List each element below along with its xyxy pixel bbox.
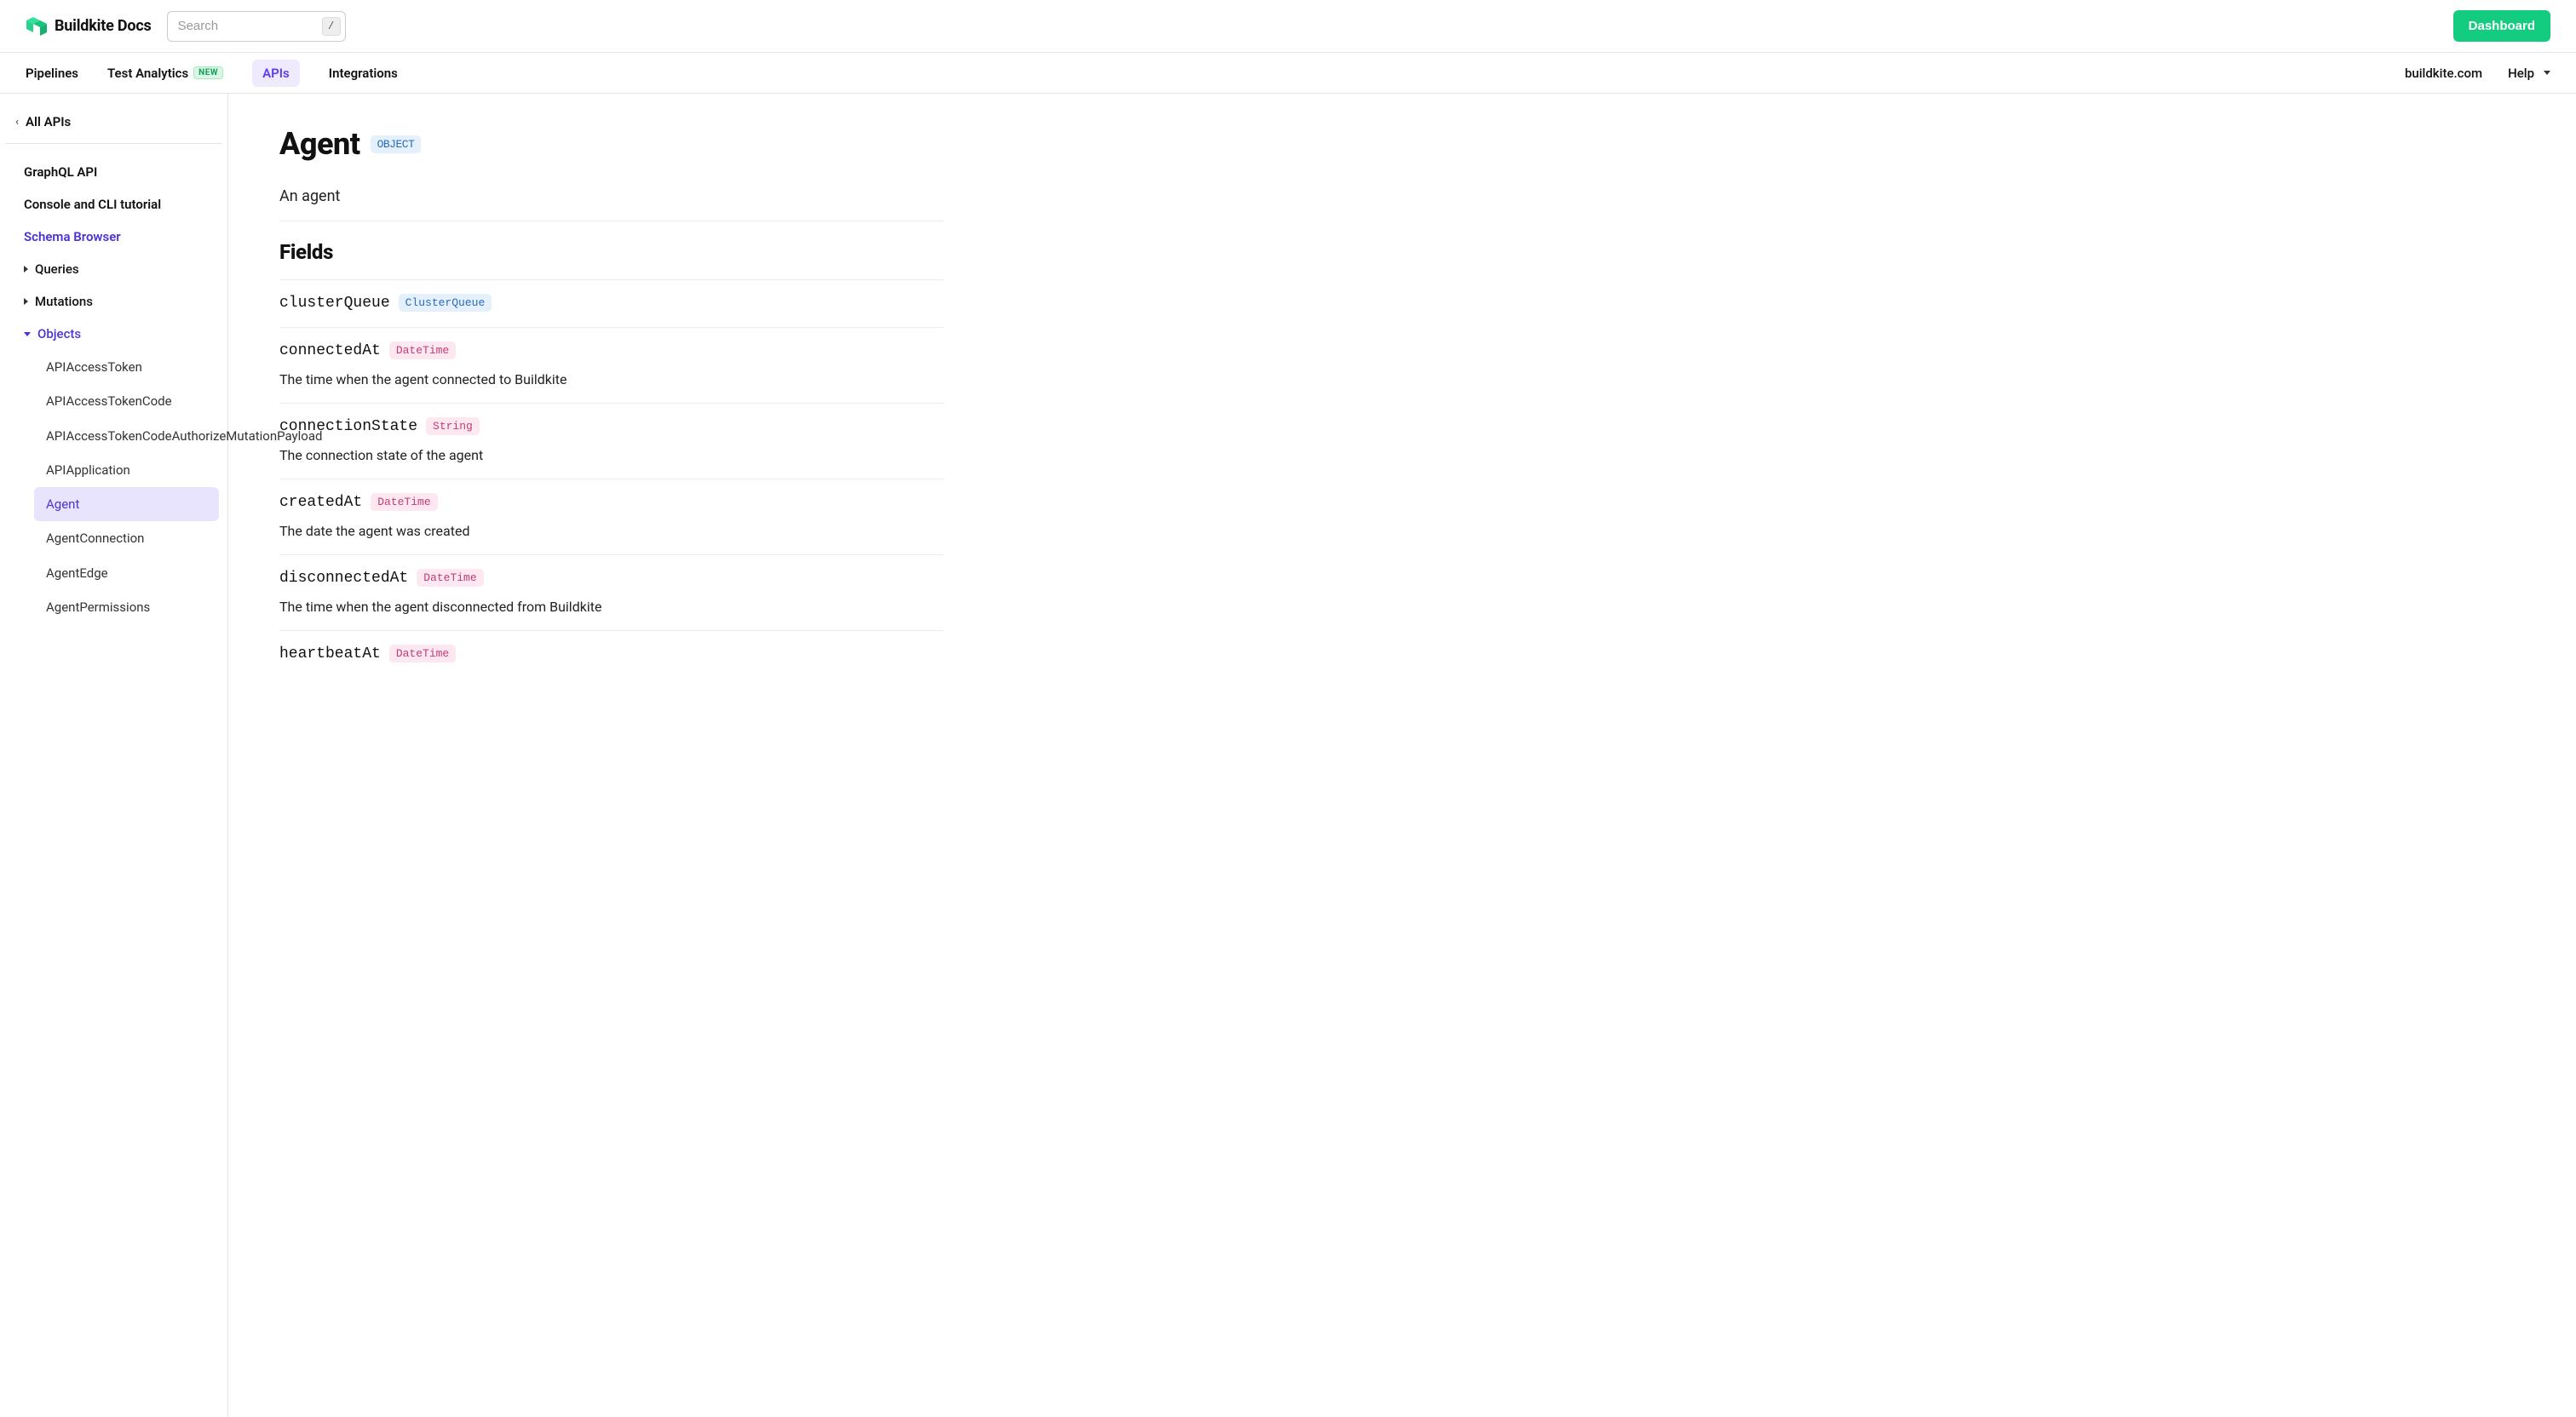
fields-heading: Fields — [279, 240, 944, 264]
sidebar-object-item[interactable]: APIApplication — [34, 453, 219, 487]
field-name-row: disconnectedAt DateTime — [279, 569, 484, 587]
sidebar-link-graphql[interactable]: GraphQL API — [9, 156, 219, 188]
sidebar-object-item[interactable]: APIAccessTokenCode — [34, 384, 219, 418]
fields-list: clusterQueue ClusterQueue connectedAt DateT… — [279, 279, 944, 678]
chevron-right-icon — [24, 266, 28, 272]
brand[interactable]: Buildkite Docs — [26, 17, 152, 36]
page-title: Agent — [279, 126, 360, 162]
field-name: heartbeatAt — [279, 645, 381, 663]
field-description: The date the agent was created — [279, 523, 944, 539]
tab-integrations[interactable]: Integrations — [329, 60, 398, 86]
field-row: disconnectedAt DateTime The time when the … — [279, 554, 944, 630]
sidebar-group-objects-label: Objects — [37, 326, 81, 341]
field-name: createdAt — [279, 494, 362, 511]
link-buildkite-com[interactable]: buildkite.com — [2405, 60, 2482, 86]
field-type-badge[interactable]: DateTime — [389, 645, 456, 663]
sidebar-object-item[interactable]: AgentEdge — [34, 556, 219, 590]
tab-pipelines[interactable]: Pipelines — [26, 60, 78, 86]
field-description: The time when the agent disconnected fro… — [279, 599, 944, 615]
tab-apis[interactable]: APIs — [252, 60, 300, 87]
field-row: clusterQueue ClusterQueue — [279, 279, 944, 327]
main-content: Agent OBJECT An agent Fields clusterQueu… — [228, 94, 995, 1417]
field-type-badge[interactable]: String — [426, 417, 480, 435]
new-badge: NEW — [193, 66, 223, 79]
field-row: heartbeatAt DateTime — [279, 630, 944, 678]
page-title-row: Agent OBJECT — [279, 126, 421, 162]
sidebar-objects-list: APIAccessTokenAPIAccessTokenCodeAPIAcces… — [9, 350, 219, 624]
field-name: disconnectedAt — [279, 570, 408, 587]
field-name-row: connectionState String — [279, 417, 480, 435]
field-type-badge[interactable]: DateTime — [417, 569, 483, 587]
field-name: connectionState — [279, 418, 417, 435]
field-row: connectedAt DateTime The time when the age… — [279, 327, 944, 403]
sidebar-group-mutations-label: Mutations — [35, 294, 93, 309]
tabbar: Pipelines Test Analytics NEW APIs Integr… — [0, 53, 2576, 94]
field-description: The connection state of the agent — [279, 447, 944, 463]
sidebar-object-item[interactable]: AgentPermissions — [34, 590, 219, 624]
field-name: clusterQueue — [279, 295, 390, 312]
field-name-row: connectedAt DateTime — [279, 341, 456, 359]
field-type-badge[interactable]: DateTime — [389, 341, 456, 359]
sidebar-group-queries-label: Queries — [35, 261, 79, 277]
brand-text: Buildkite Docs — [55, 17, 152, 35]
chevron-left-icon: ‹ — [15, 116, 19, 129]
search-input[interactable] — [167, 11, 346, 42]
sidebar-back[interactable]: ‹ All APIs — [5, 107, 222, 144]
sidebar-link-console[interactable]: Console and CLI tutorial — [9, 188, 219, 221]
dashboard-button[interactable]: Dashboard — [2453, 10, 2550, 42]
chevron-down-icon — [24, 332, 31, 336]
sidebar-object-item[interactable]: AgentConnection — [34, 521, 219, 555]
field-name: connectedAt — [279, 342, 381, 359]
sidebar-back-label: All APIs — [26, 114, 71, 129]
logo-icon — [26, 17, 48, 36]
search-shortcut-key: / — [322, 17, 341, 36]
field-row: connectionState String The connection stat… — [279, 403, 944, 479]
field-name-row: createdAt DateTime — [279, 493, 438, 511]
sidebar-group-queries[interactable]: Queries — [9, 253, 219, 285]
sidebar-group-mutations[interactable]: Mutations — [9, 285, 219, 318]
sidebar-object-item[interactable]: Agent — [34, 487, 219, 521]
help-menu[interactable]: Help — [2508, 60, 2550, 86]
object-badge: OBJECT — [371, 135, 422, 153]
tab-test-analytics-label: Test Analytics — [107, 66, 188, 81]
field-type-badge[interactable]: ClusterQueue — [399, 294, 492, 312]
sidebar-section: GraphQL API Console and CLI tutorial Sch… — [5, 151, 222, 629]
topbar: Buildkite Docs / Dashboard — [0, 0, 2576, 53]
tabbar-right: buildkite.com Help — [2405, 60, 2550, 86]
sidebar-object-item[interactable]: APIAccessTokenCodeAuthorizeMutationPaylo… — [34, 419, 219, 453]
field-name-row: clusterQueue ClusterQueue — [279, 294, 492, 312]
field-name-row: heartbeatAt DateTime — [279, 645, 456, 663]
sidebar: ‹ All APIs GraphQL API Console and CLI t… — [0, 94, 228, 1417]
sidebar-object-item[interactable]: APIAccessToken — [34, 350, 219, 384]
field-description: The time when the agent connected to Bui… — [279, 371, 944, 387]
tab-test-analytics[interactable]: Test Analytics NEW — [107, 60, 223, 86]
page-body: ‹ All APIs GraphQL API Console and CLI t… — [0, 94, 2576, 1417]
sidebar-link-schema[interactable]: Schema Browser — [9, 221, 219, 253]
field-row: createdAt DateTime The date the agent was … — [279, 479, 944, 554]
field-type-badge[interactable]: DateTime — [371, 493, 437, 511]
chevron-right-icon — [24, 298, 28, 305]
page-description: An agent — [279, 187, 944, 205]
search-wrap: / — [167, 11, 346, 42]
sidebar-group-objects[interactable]: Objects — [9, 318, 219, 350]
